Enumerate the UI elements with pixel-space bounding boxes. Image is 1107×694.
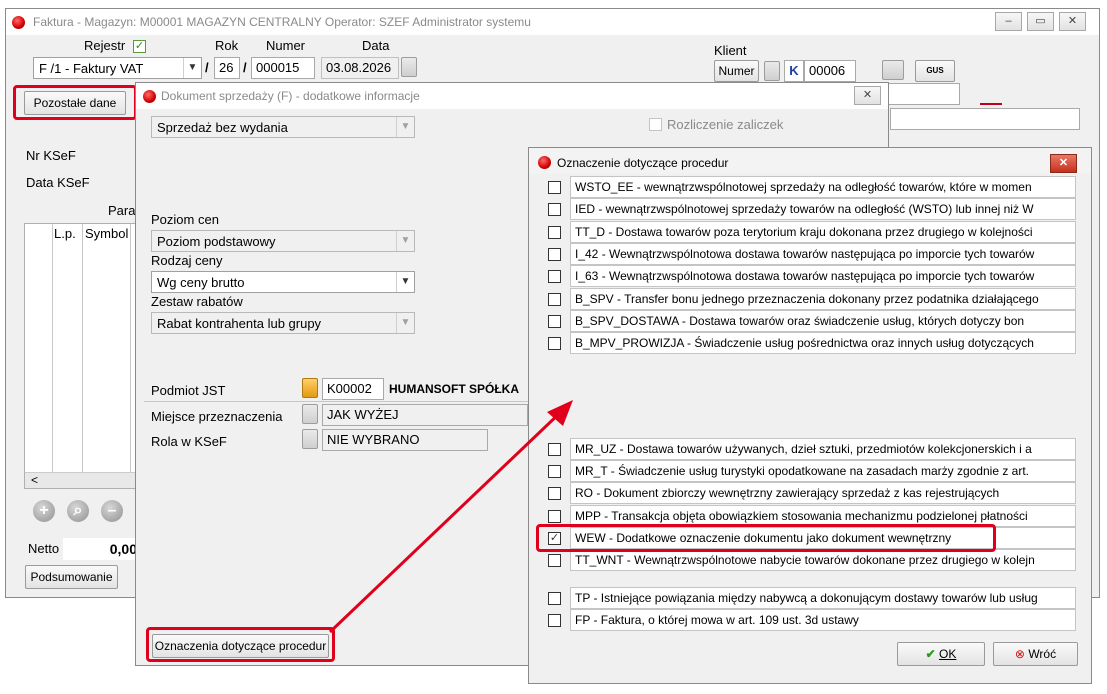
arrow-annotation — [328, 400, 573, 634]
arrow-line — [328, 408, 565, 634]
